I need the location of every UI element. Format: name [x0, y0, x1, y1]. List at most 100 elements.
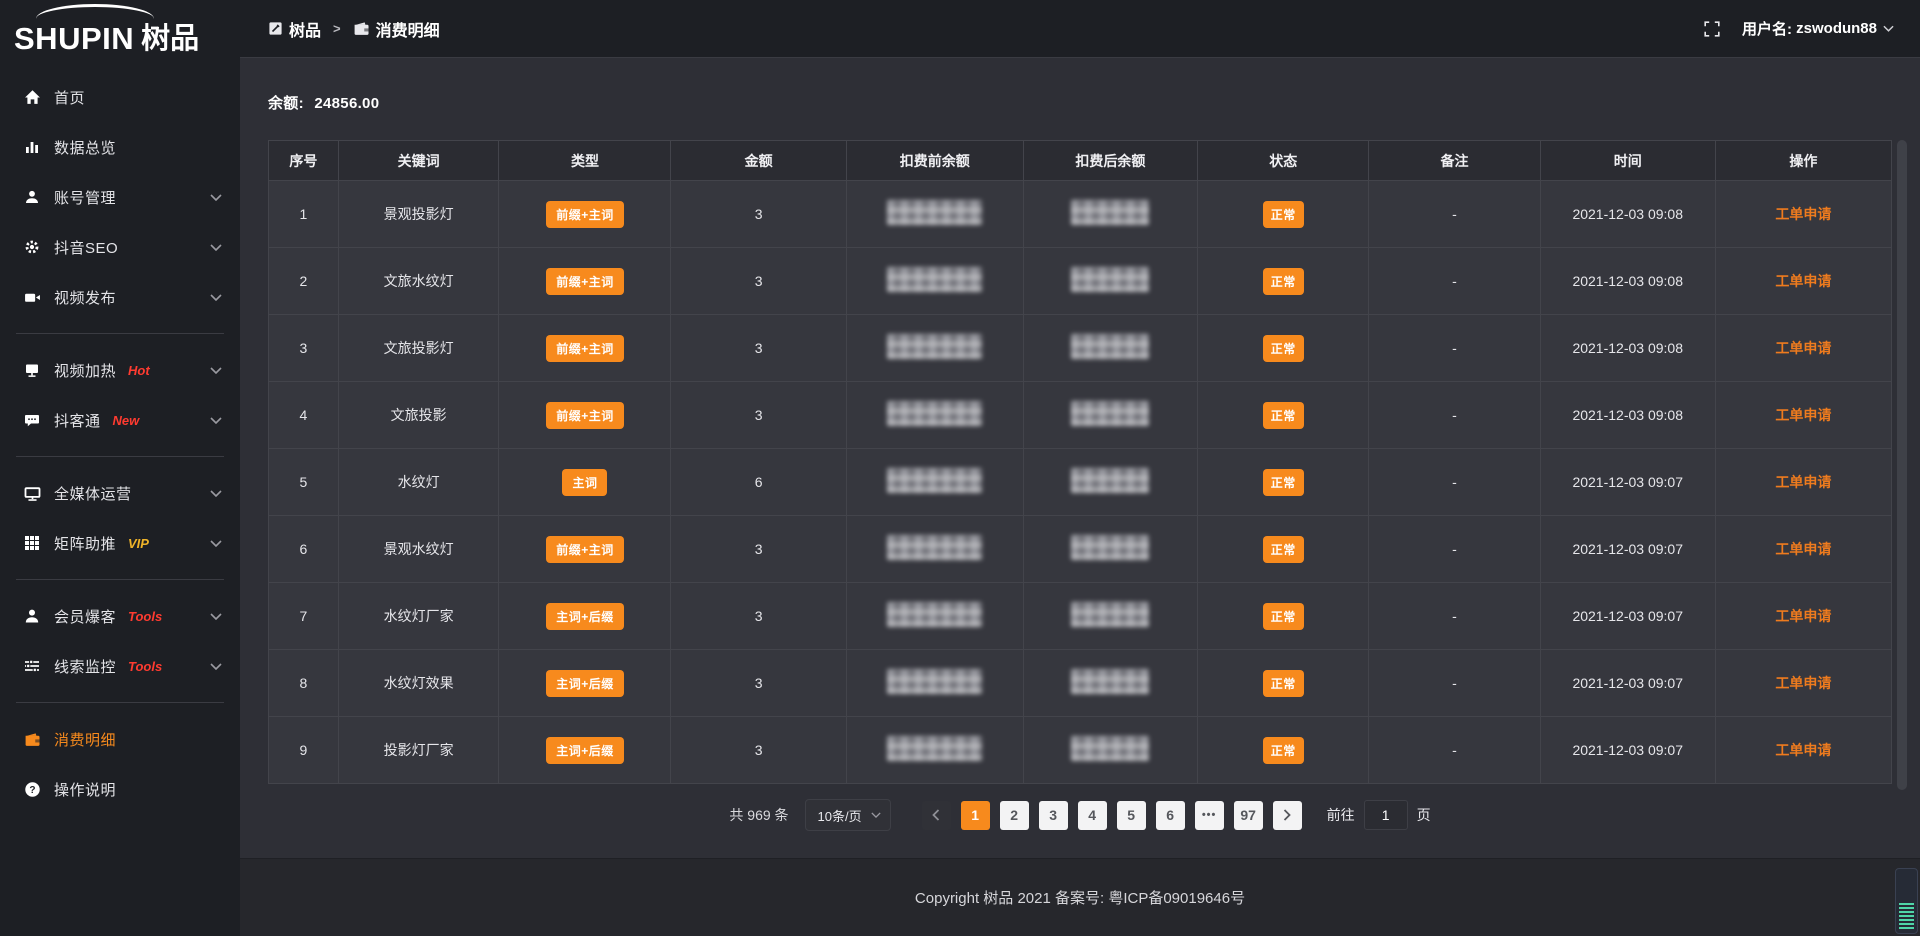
- time-cell: 2021-12-03 09:08: [1540, 248, 1715, 315]
- blurred-value: [1071, 401, 1149, 426]
- column-header: 状态: [1198, 141, 1369, 181]
- sidebar-item-douyin-seo[interactable]: 抖音SEO: [0, 222, 240, 272]
- sidebar-item-label: 会员爆客: [54, 606, 116, 627]
- time-cell: 2021-12-03 09:08: [1540, 382, 1715, 449]
- page-button-5[interactable]: 5: [1117, 801, 1146, 830]
- sidebar-item-data-overview[interactable]: 数据总览: [0, 122, 240, 172]
- sidebar-item-label: 矩阵助推: [54, 533, 116, 554]
- work-order-link[interactable]: 工单申请: [1775, 206, 1831, 222]
- amount-cell: 3: [671, 583, 846, 650]
- column-header: 序号: [269, 141, 339, 181]
- work-order-link[interactable]: 工单申请: [1775, 541, 1831, 557]
- post-balance-cell: [1023, 181, 1197, 248]
- bar-chart-icon: [22, 139, 42, 155]
- scrollbar[interactable]: [1897, 140, 1907, 790]
- more-pages-button[interactable]: •••: [1195, 801, 1224, 830]
- sidebar-item-consumption-details[interactable]: 消费明细: [0, 714, 240, 764]
- goto-page-input[interactable]: [1364, 800, 1408, 830]
- blurred-value: [887, 669, 982, 694]
- blurred-value: [1071, 602, 1149, 627]
- action-cell: 工单申请: [1715, 717, 1891, 784]
- blurred-value: [887, 200, 982, 225]
- type-badge: 主词: [562, 469, 607, 496]
- pre-balance-cell: [846, 717, 1023, 784]
- page-button-97[interactable]: 97: [1234, 801, 1263, 830]
- page-button-4[interactable]: 4: [1078, 801, 1107, 830]
- index-cell: 6: [269, 516, 339, 583]
- sidebar-item-video-publish[interactable]: 视频发布: [0, 272, 240, 322]
- goto-label: 前往: [1327, 805, 1355, 825]
- user-menu[interactable]: 用户名: zswodun88: [1742, 18, 1894, 39]
- index-cell: 9: [269, 717, 339, 784]
- page-button-2[interactable]: 2: [1000, 801, 1029, 830]
- post-balance-cell: [1023, 516, 1197, 583]
- sidebar-item-member-baoke[interactable]: 会员爆客Tools: [0, 591, 240, 641]
- sidebar-item-operation-instructions[interactable]: ?操作说明: [0, 764, 240, 814]
- sidebar-item-account-management[interactable]: 账号管理: [0, 172, 240, 222]
- work-order-link[interactable]: 工单申请: [1775, 407, 1831, 423]
- sidebar-item-home[interactable]: 首页: [0, 72, 240, 122]
- sidebar: SHUPIN 树品 首页数据总览账号管理抖音SEO视频发布视频加热Hot 抖客通 N…: [0, 0, 240, 936]
- column-header: 类型: [499, 141, 671, 181]
- table-header-row: 序号关键词类型金额扣费前余额扣费后余额状态备注时间操作: [269, 141, 1892, 181]
- work-order-link[interactable]: 工单申请: [1775, 608, 1831, 624]
- index-cell: 5: [269, 449, 339, 516]
- breadcrumb-item[interactable]: 树品: [268, 17, 321, 41]
- column-header: 扣费后余额: [1023, 141, 1197, 181]
- chevron-down-icon: [210, 367, 222, 374]
- page-button-1[interactable]: 1: [961, 801, 990, 830]
- work-order-link[interactable]: 工单申请: [1775, 340, 1831, 356]
- next-page-button[interactable]: [1273, 801, 1302, 830]
- table-row: 2文旅水纹灯前缀+主词3正常-2021-12-03 09:08工单申请: [269, 248, 1892, 315]
- work-order-link[interactable]: 工单申请: [1775, 273, 1831, 289]
- fullscreen-icon[interactable]: [1704, 21, 1720, 37]
- sidebar-divider: [16, 333, 224, 334]
- breadcrumb-separator: >: [333, 21, 341, 36]
- brand-logo[interactable]: SHUPIN 树品: [0, 0, 240, 62]
- work-order-link[interactable]: 工单申请: [1775, 474, 1831, 490]
- page-button-3[interactable]: 3: [1039, 801, 1068, 830]
- chevron-down-icon: [210, 417, 222, 424]
- work-order-link[interactable]: 工单申请: [1775, 675, 1831, 691]
- username: zswodun88: [1796, 20, 1877, 37]
- sidebar-divider: [16, 456, 224, 457]
- column-header: 金额: [671, 141, 846, 181]
- time-cell: 2021-12-03 09:07: [1540, 516, 1715, 583]
- sidebar-item-clue-monitoring[interactable]: 线索监控Tools: [0, 641, 240, 691]
- sidebar-item-label: 抖客通: [54, 410, 101, 431]
- chevron-down-icon: [1883, 25, 1894, 32]
- topbar: 树品 > 消费明细 用户名: zswodun88: [240, 0, 1920, 58]
- pre-balance-cell: [846, 315, 1023, 382]
- work-order-link[interactable]: 工单申请: [1775, 742, 1831, 758]
- index-cell: 1: [269, 181, 339, 248]
- time-cell: 2021-12-03 09:07: [1540, 650, 1715, 717]
- sidebar-item-label: 首页: [54, 87, 85, 108]
- note-cell: -: [1369, 717, 1540, 784]
- type-badge: 主词+后缀: [546, 670, 624, 697]
- type-cell: 主词: [499, 449, 671, 516]
- pre-balance-cell: [846, 650, 1023, 717]
- status-cell: 正常: [1198, 315, 1369, 382]
- prev-page-button[interactable]: [922, 801, 951, 830]
- edit-square-icon: [268, 21, 283, 36]
- logo-arc: [36, 4, 154, 19]
- note-cell: -: [1369, 650, 1540, 717]
- chevron-down-icon: [210, 613, 222, 620]
- sidebar-item-video-heating[interactable]: 视频加热Hot: [0, 345, 240, 395]
- gear-icon: [22, 239, 42, 255]
- table-row: 6景观水纹灯前缀+主词3正常-2021-12-03 09:07工单申请: [269, 516, 1892, 583]
- action-cell: 工单申请: [1715, 248, 1891, 315]
- page-size-select[interactable]: 10条/页: [805, 799, 891, 831]
- page-button-6[interactable]: 6: [1156, 801, 1185, 830]
- sidebar-item-tag: New: [113, 413, 140, 428]
- sidebar-item-douketong[interactable]: 抖客通 New: [0, 395, 240, 445]
- goto-suffix: 页: [1417, 805, 1431, 825]
- sidebar-item-all-media-operation[interactable]: 全媒体运营: [0, 468, 240, 518]
- sidebar-item-matrix-boost[interactable]: 矩阵助推VIP: [0, 518, 240, 568]
- user-icon: [22, 189, 42, 205]
- keyword-cell: 文旅水纹灯: [338, 248, 499, 315]
- amount-cell: 3: [671, 181, 846, 248]
- amount-cell: 3: [671, 315, 846, 382]
- table-row: 5水纹灯主词6正常-2021-12-03 09:07工单申请: [269, 449, 1892, 516]
- breadcrumb-item[interactable]: 消费明细: [353, 17, 440, 41]
